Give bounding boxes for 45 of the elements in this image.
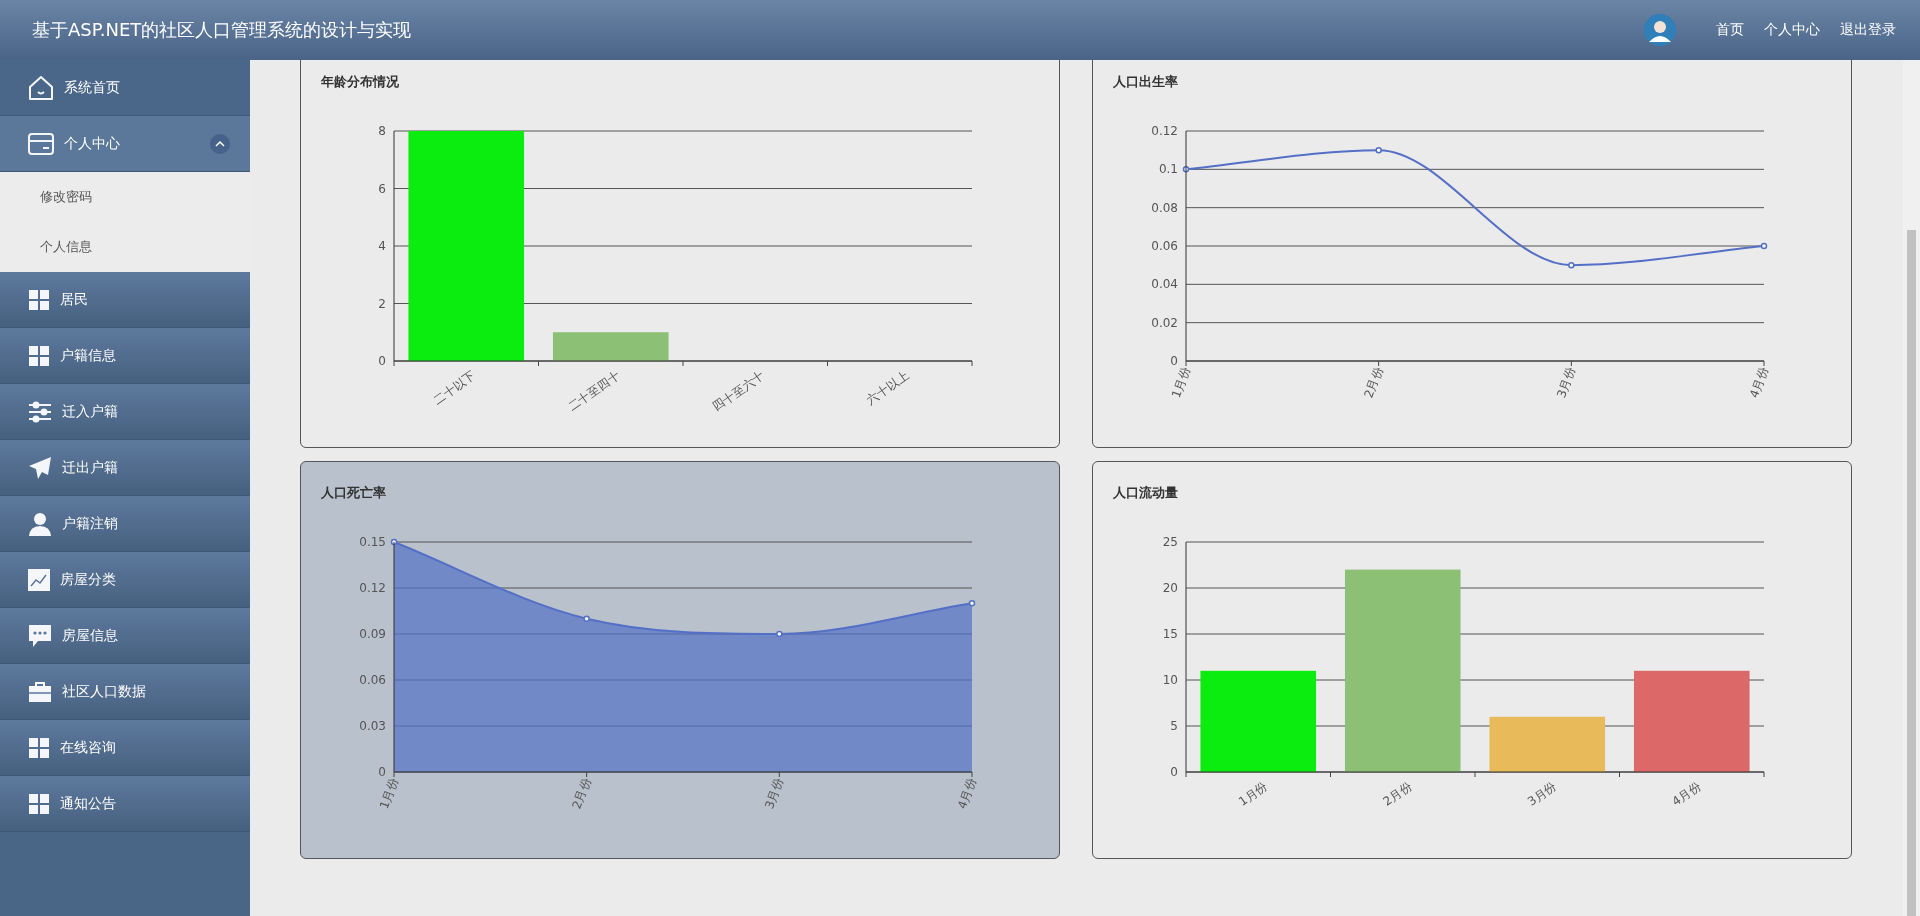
axis-label: 2月份: [569, 776, 594, 811]
axis-label: 0.06: [1151, 239, 1178, 253]
axis-label: 0.02: [1151, 315, 1178, 330]
card-title: 人口流动量: [1112, 484, 1179, 502]
axis-label: 六十以上: [864, 368, 912, 407]
axis-label: 10: [1162, 673, 1178, 687]
axis-label: 0.15: [359, 535, 386, 549]
axis-label: 0.04: [1151, 277, 1178, 292]
axis-label: 1月份: [1236, 779, 1270, 809]
axis-label: 四十至六十: [709, 368, 767, 414]
axis-label: 2月份: [1380, 779, 1415, 809]
axis-label: 1月份: [376, 776, 401, 811]
axis-label: 0.03: [359, 719, 386, 733]
axis-label: 二十至四十: [565, 368, 623, 414]
axis-label: 6: [378, 181, 386, 196]
axis-label: 0.06: [359, 673, 386, 687]
axis-label: 0: [1170, 765, 1178, 779]
app-title: 基于ASP.NET的社区人口管理系统的设计与实现: [32, 18, 413, 42]
axis-label: 0.12: [1151, 124, 1178, 138]
axis-label: 8: [378, 124, 386, 138]
axis-label: 25: [1162, 535, 1178, 549]
axis-label: 3月份: [762, 776, 787, 811]
axis-label: 3月份: [1554, 365, 1579, 400]
axis-label: 4: [378, 239, 386, 253]
axis-label: 0: [378, 765, 386, 779]
axis-label: 4月份: [1746, 365, 1771, 400]
axis-label: 0.12: [359, 581, 386, 595]
axis-label: 2: [378, 296, 386, 311]
axis-label: 0: [378, 354, 386, 368]
axis-label: 0.08: [1151, 200, 1178, 215]
axis-label: 4月份: [954, 776, 979, 811]
axis-label: 0.09: [359, 627, 386, 641]
axis-label: 0: [1170, 354, 1178, 368]
axis-label: 20: [1162, 581, 1178, 595]
axis-label: 0.1: [1158, 162, 1178, 177]
axis-label: 3月份: [1525, 779, 1559, 809]
card-title: 人口出生率: [1112, 73, 1179, 91]
axis-label: 15: [1162, 627, 1178, 641]
card-title: 年龄分布情况: [320, 73, 400, 91]
axis-label: 1月份: [1168, 365, 1193, 400]
axis-label: 4月份: [1669, 779, 1704, 809]
axis-label: 二十以下: [430, 368, 478, 407]
card-title: 人口死亡率: [320, 484, 387, 502]
axis-label: 5: [1170, 719, 1178, 733]
axis-label: 2月份: [1361, 365, 1386, 400]
